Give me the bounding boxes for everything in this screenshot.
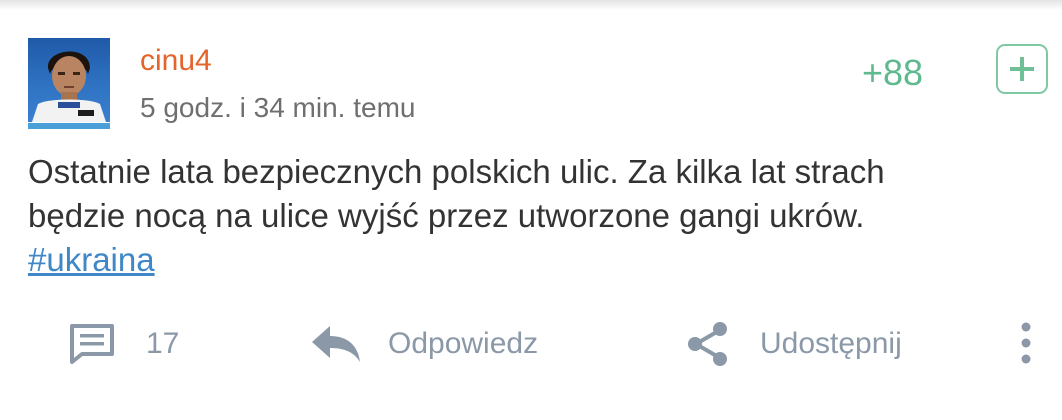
avatar[interactable] bbox=[28, 38, 110, 130]
hashtag-link[interactable]: #ukraina bbox=[28, 241, 155, 278]
more-vertical-icon bbox=[1021, 322, 1031, 364]
share-icon bbox=[686, 321, 730, 367]
reply-button[interactable]: Odpowiedz bbox=[310, 318, 538, 370]
avatar-status-bar bbox=[28, 123, 110, 129]
upvote-button[interactable] bbox=[996, 44, 1048, 94]
comment-icon bbox=[68, 322, 116, 366]
post-timestamp: 5 godz. i 34 min. temu bbox=[140, 92, 416, 123]
post-entry: cinu4 5 godz. i 34 min. temu +88 Ostatni… bbox=[0, 0, 1062, 420]
reply-icon bbox=[310, 324, 362, 364]
post-body: Ostatnie lata bezpiecznych polskich ulic… bbox=[28, 150, 1048, 282]
comments-count: 17 bbox=[146, 327, 180, 360]
avatar-image bbox=[28, 38, 110, 122]
post-text-line: Ostatnie lata bezpiecznych polskich ulic… bbox=[28, 153, 885, 190]
more-options-button[interactable] bbox=[1014, 320, 1038, 368]
share-button[interactable]: Udostępnij bbox=[686, 318, 902, 370]
vote-score: +88 bbox=[862, 52, 924, 93]
comments-button[interactable]: 17 bbox=[68, 318, 179, 370]
post-text-line: będzie nocą na ulice wyjść przez utworzo… bbox=[28, 197, 865, 234]
share-label: Udostępnij bbox=[760, 327, 902, 360]
plus-icon bbox=[1010, 57, 1034, 81]
reply-label: Odpowiedz bbox=[388, 327, 539, 360]
username[interactable]: cinu4 bbox=[140, 44, 212, 78]
